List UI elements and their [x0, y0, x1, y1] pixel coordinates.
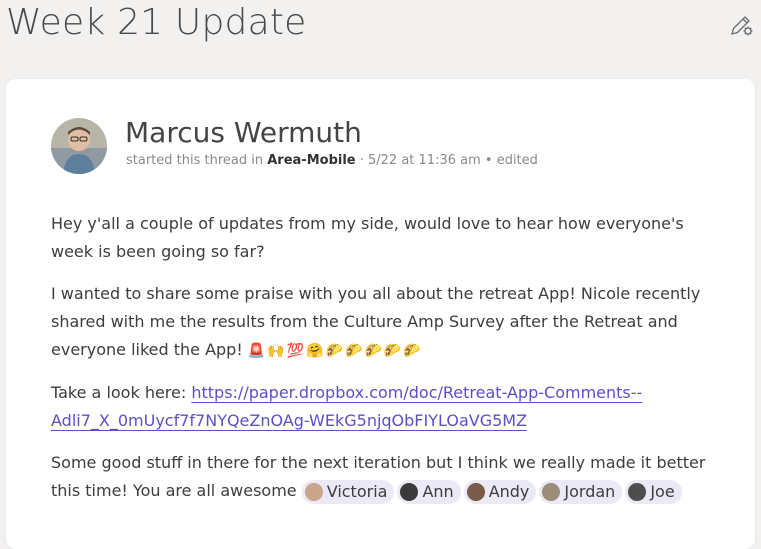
mention-jordan[interactable]: Jordan	[539, 479, 623, 504]
mention-avatar	[542, 482, 561, 501]
mention-name: Ann	[422, 481, 454, 501]
emoji: 🌮	[325, 343, 344, 359]
meta-prefix: started this thread in	[126, 153, 264, 168]
mention-name: Jordan	[564, 481, 616, 501]
page-title: Week 21 Update	[6, 2, 307, 43]
meta-suffix: · 5/22 at 11:36 am • edited	[359, 153, 538, 168]
thread-card: Marcus Wermuth started this thread in Ar…	[6, 79, 755, 549]
post-body: Hey y'all a couple of updates from my si…	[51, 210, 716, 519]
paragraph-link: Take a look here: https://paper.dropbox.…	[51, 379, 716, 435]
mention-avatar	[304, 482, 323, 501]
mention-row: Victoria Ann Andy Jordan Joe	[301, 479, 685, 504]
emoji-row: 🚨 🙌 💯 🤗 🌮 🌮 🌮 🌮 🌮	[248, 340, 423, 359]
edit-settings-icon	[731, 16, 753, 36]
emoji: 🌮	[345, 343, 363, 359]
mention-avatar	[466, 482, 485, 501]
mention-name: Joe	[650, 481, 675, 501]
mention-ann[interactable]: Ann	[397, 479, 461, 504]
channel-link[interactable]: Area-Mobile	[267, 153, 355, 168]
author-name[interactable]: Marcus Wermuth	[125, 116, 362, 149]
emoji: 🌮	[364, 343, 382, 359]
mention-avatar	[400, 482, 419, 501]
emoji: 🌮	[383, 343, 402, 359]
paragraph-intro: Hey y'all a couple of updates from my si…	[51, 214, 684, 261]
emoji: 🚨	[247, 343, 266, 359]
mention-victoria[interactable]: Victoria	[301, 479, 395, 504]
paragraph-closing: Some good stuff in there for the next it…	[51, 449, 716, 505]
thread-settings-button[interactable]	[728, 11, 756, 39]
author-avatar[interactable]	[51, 118, 107, 174]
paragraph-praise: I wanted to share some praise with you a…	[51, 280, 716, 365]
mention-avatar	[628, 482, 647, 501]
emoji: 🤗	[306, 343, 324, 359]
mention-name: Victoria	[326, 481, 388, 501]
link-prefix: Take a look here:	[51, 383, 187, 402]
mention-joe[interactable]: Joe	[625, 479, 682, 504]
emoji: 💯	[286, 343, 305, 359]
mention-name: Andy	[488, 481, 530, 501]
thread-meta: started this thread in Area-Mobile · 5/2…	[126, 153, 538, 168]
emoji: 🙌	[267, 343, 285, 359]
mention-andy[interactable]: Andy	[463, 479, 537, 504]
emoji: 🌮	[403, 343, 421, 359]
